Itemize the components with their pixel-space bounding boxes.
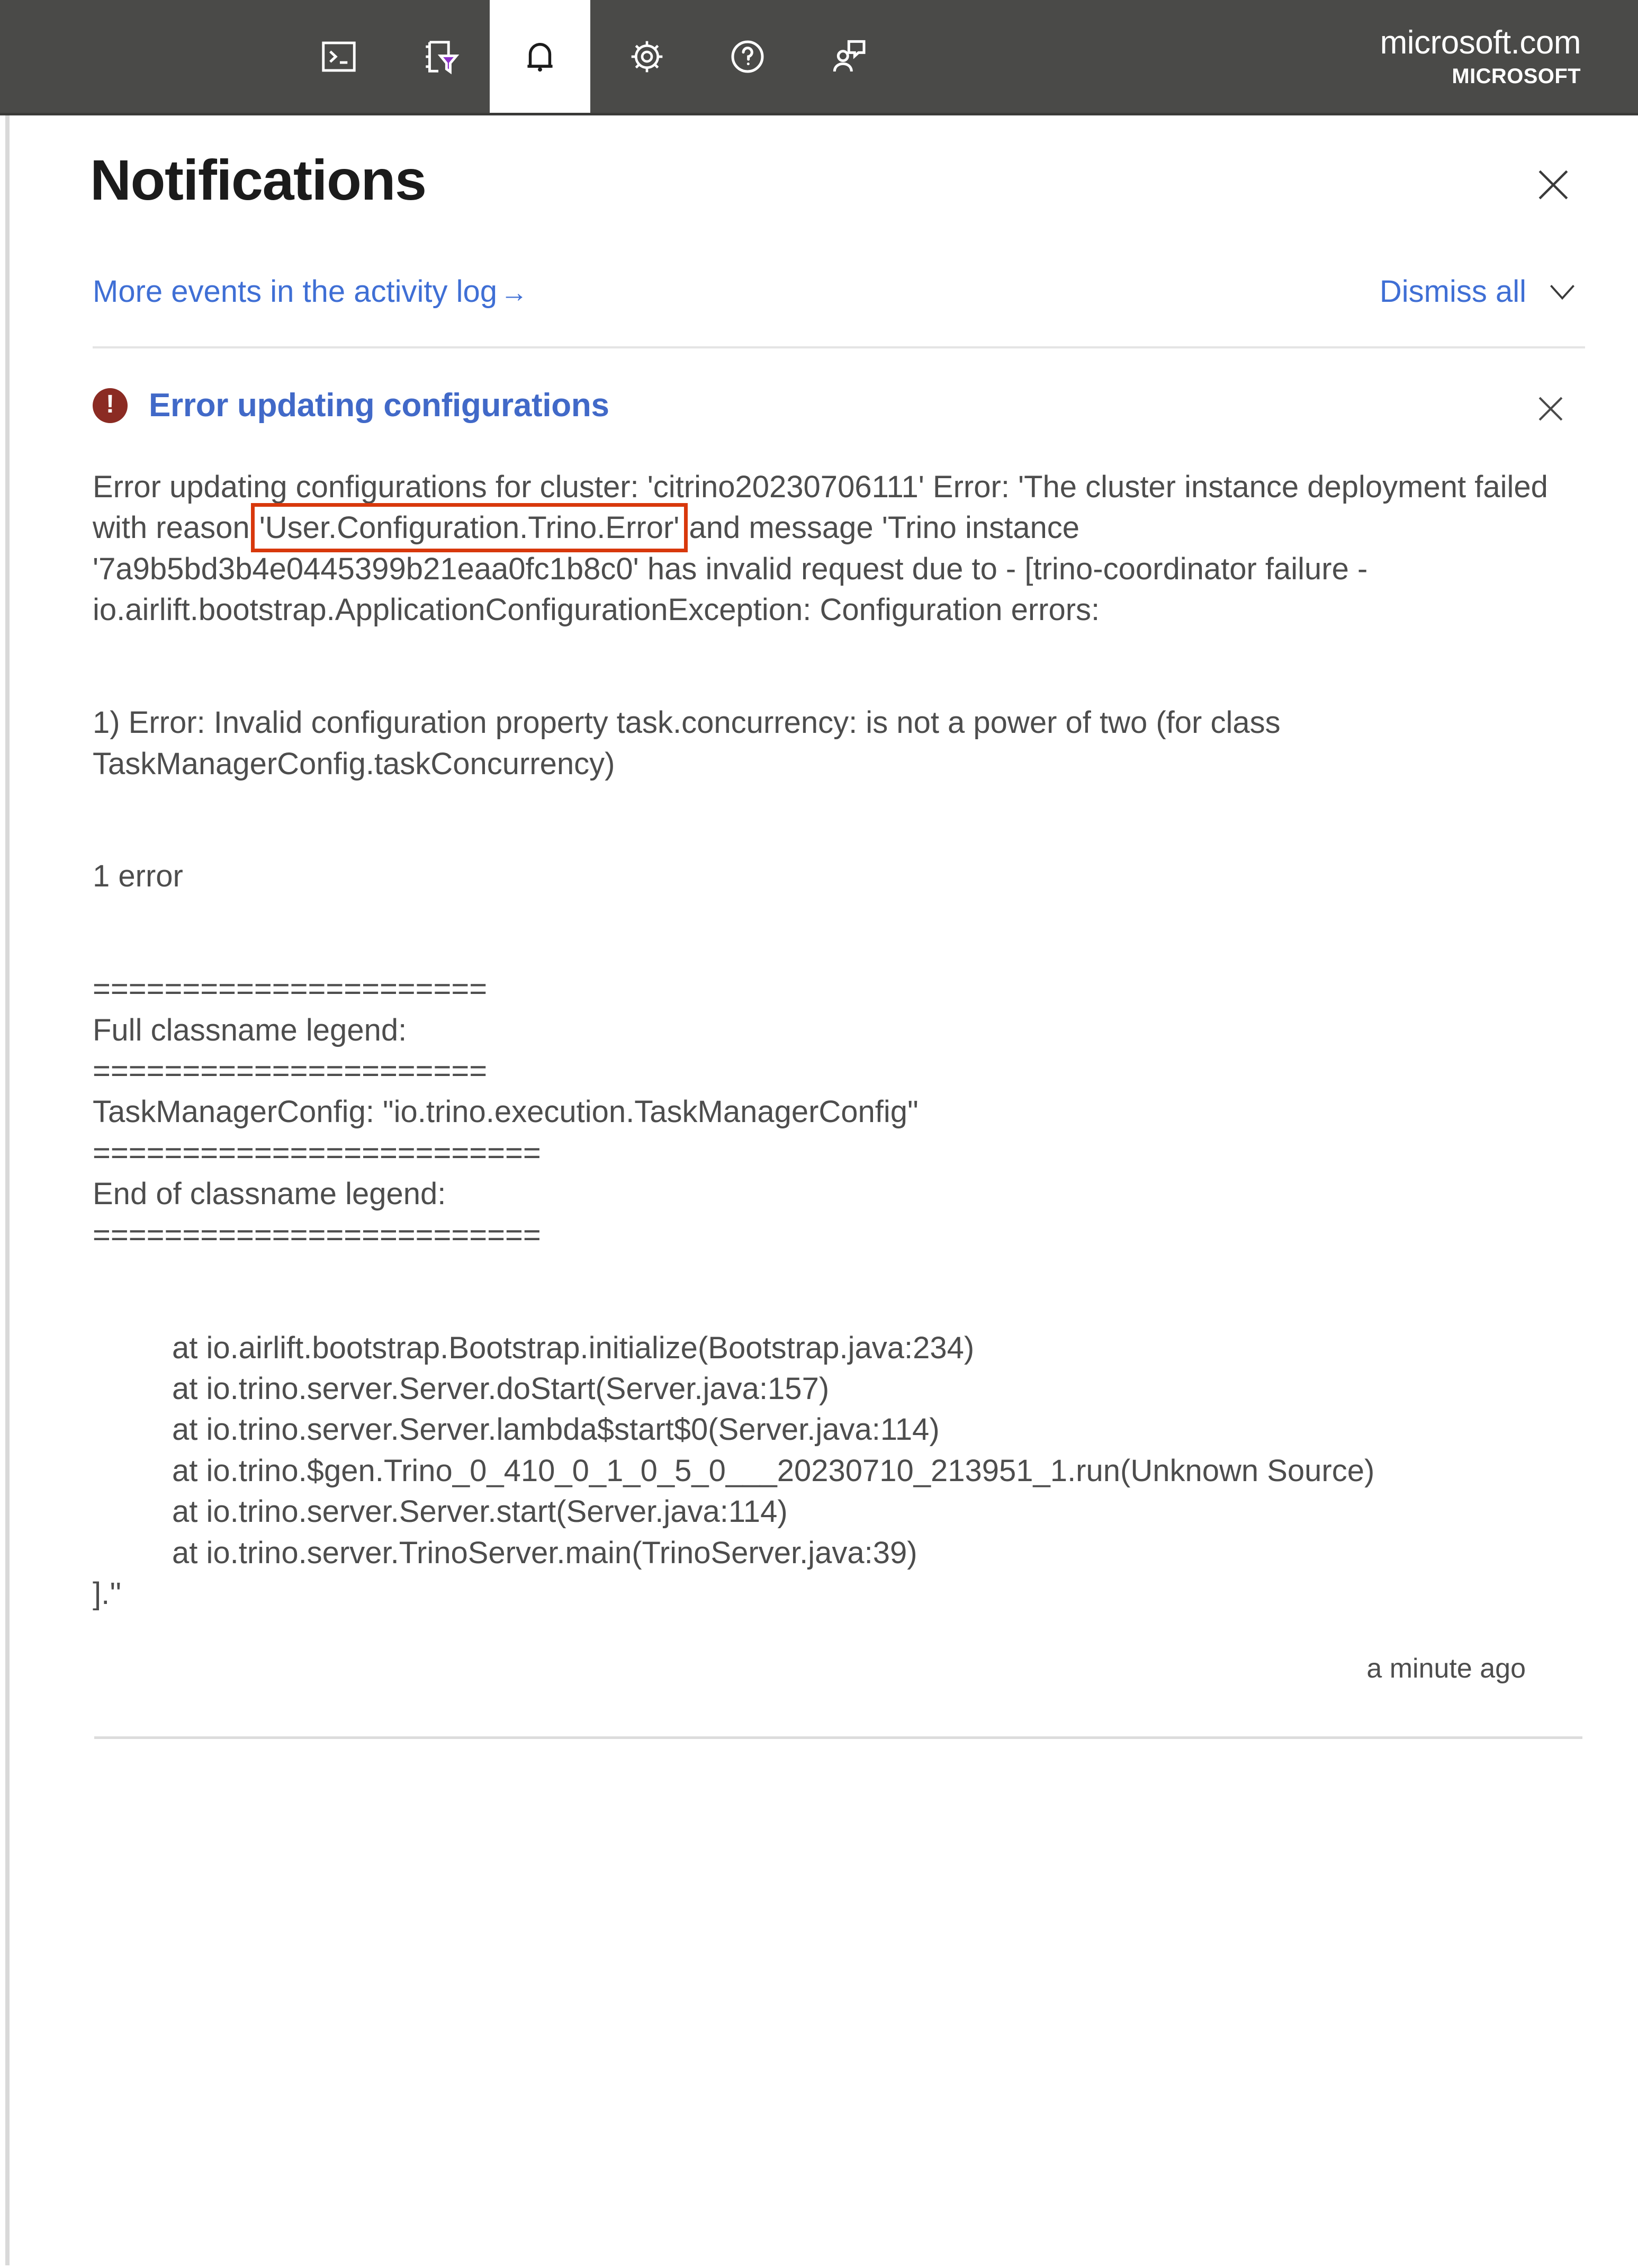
cloud-shell-icon bbox=[318, 36, 359, 77]
more-events-link[interactable]: More events in the activity log → bbox=[93, 274, 528, 309]
cloud-shell-button[interactable] bbox=[289, 0, 389, 113]
error-badge-glyph: ! bbox=[106, 390, 114, 418]
legend-heading: Full classname legend: bbox=[93, 1012, 407, 1047]
stack-trace-line: at io.trino.server.Server.start(Server.j… bbox=[172, 1494, 788, 1529]
page-title: Notifications bbox=[90, 148, 427, 212]
highlighted-error-reason: 'User.Configuration.Trino.Error' bbox=[250, 503, 688, 553]
close-icon bbox=[1531, 389, 1571, 429]
account-info[interactable]: microsoft.com MICROSOFT bbox=[1380, 0, 1638, 113]
stack-trace-line: at io.trino.server.Server.lambda$start$0… bbox=[172, 1412, 940, 1447]
close-icon bbox=[1531, 162, 1576, 208]
stack-trace-line: at io.trino.server.TrinoServer.main(Trin… bbox=[172, 1535, 917, 1570]
notifications-bell-icon bbox=[518, 35, 562, 78]
notification-card-header: ! Error updating configurations bbox=[93, 387, 1585, 434]
dismiss-all-label: Dismiss all bbox=[1379, 274, 1526, 309]
body-error-count: 1 error bbox=[93, 859, 183, 894]
help-button[interactable] bbox=[697, 0, 798, 113]
notifications-panel: Notifications More events in the activit… bbox=[0, 115, 1638, 2265]
error-severity-icon: ! bbox=[93, 388, 128, 423]
notification-title[interactable]: Error updating configurations bbox=[149, 387, 609, 424]
topbar-flex-spacer bbox=[898, 0, 1380, 113]
help-question-icon bbox=[726, 35, 769, 78]
notifications-bell-button[interactable] bbox=[490, 0, 590, 113]
card-bottom-divider bbox=[94, 1736, 1582, 1739]
notifications-panel-header: Notifications bbox=[5, 115, 1638, 214]
directory-filter-icon bbox=[419, 36, 460, 77]
feedback-button[interactable] bbox=[798, 0, 898, 113]
chevron-down-icon bbox=[1542, 271, 1582, 311]
notification-card: ! Error updating configurations Error up… bbox=[5, 348, 1638, 1684]
legend-rule-mid: ====================== bbox=[93, 1054, 488, 1089]
panel-left-border bbox=[5, 115, 10, 2265]
directory-filter-button[interactable] bbox=[389, 0, 490, 113]
feedback-person-icon bbox=[827, 35, 869, 78]
legend-rule-top: ====================== bbox=[93, 972, 488, 1007]
body-error-item: 1) Error: Invalid configuration property… bbox=[93, 705, 1289, 781]
body-blank-line bbox=[93, 784, 1556, 815]
body-blank-line bbox=[93, 631, 1556, 661]
body-blank-line bbox=[93, 897, 1556, 928]
notifications-action-row: More events in the activity log → Dismiss… bbox=[5, 214, 1638, 311]
settings-button[interactable] bbox=[597, 0, 697, 113]
close-panel-button[interactable] bbox=[1524, 156, 1582, 214]
notification-body: Error updating configurations for cluste… bbox=[93, 467, 1585, 1615]
stack-trace-line: at io.trino.server.Server.doStart(Server… bbox=[172, 1371, 830, 1406]
notification-title-group: ! Error updating configurations bbox=[93, 387, 609, 424]
settings-gear-icon bbox=[626, 35, 668, 78]
stack-trace-line: at io.airlift.bootstrap.Bootstrap.initia… bbox=[172, 1330, 975, 1365]
legend-rule-end-bottom: ========================= bbox=[93, 1217, 541, 1252]
dismiss-all-button[interactable]: Dismiss all bbox=[1380, 271, 1582, 311]
azure-top-bar: microsoft.com MICROSOFT bbox=[0, 0, 1638, 115]
stack-trace-line: at io.trino.$gen.Trino_0_410_0_1_0_5_0__… bbox=[172, 1453, 1375, 1488]
body-closing: ].'' bbox=[93, 1576, 122, 1611]
arrow-right-icon: → bbox=[500, 277, 528, 308]
account-organization: MICROSOFT bbox=[1452, 64, 1581, 88]
topbar-divider bbox=[590, 0, 597, 113]
more-events-label: More events in the activity log bbox=[93, 274, 498, 309]
legend-entry: TaskManagerConfig: "io.trino.execution.T… bbox=[93, 1095, 919, 1129]
topbar-left-spacer bbox=[0, 0, 289, 113]
dismiss-notification-button[interactable] bbox=[1525, 383, 1576, 434]
body-blank-line bbox=[93, 1256, 1556, 1286]
account-domain: microsoft.com bbox=[1380, 24, 1581, 61]
legend-rule-end-top: ========================= bbox=[93, 1135, 541, 1170]
legend-end-heading: End of classname legend: bbox=[93, 1177, 446, 1212]
notification-timestamp: a minute ago bbox=[1366, 1653, 1526, 1684]
